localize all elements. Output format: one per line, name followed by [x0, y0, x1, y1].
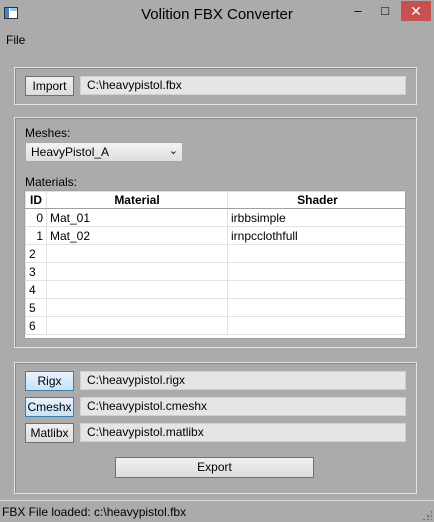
- column-header-material[interactable]: Material: [46, 191, 228, 209]
- material-cell[interactable]: [46, 244, 228, 263]
- material-cell[interactable]: Mat_02: [46, 226, 228, 245]
- cmeshx-path-field[interactable]: C:\heavypistol.cmeshx: [80, 397, 406, 416]
- menu-bar: File: [0, 31, 434, 49]
- import-button[interactable]: Import: [25, 76, 74, 96]
- column-header-shader[interactable]: Shader: [227, 191, 405, 209]
- table-row[interactable]: 1 Mat_02 irnpcclothfull: [25, 226, 405, 245]
- table-row[interactable]: 2: [25, 244, 405, 263]
- shader-cell[interactable]: [227, 298, 405, 317]
- cmeshx-button[interactable]: Cmeshx: [25, 397, 74, 417]
- export-button[interactable]: Export: [115, 457, 314, 478]
- material-cell[interactable]: [46, 262, 228, 281]
- rigx-path-field[interactable]: C:\heavypistol.rigx: [80, 371, 406, 390]
- row-id: 1: [25, 226, 47, 245]
- material-cell[interactable]: [46, 280, 228, 299]
- material-cell[interactable]: [46, 298, 228, 317]
- meshes-dropdown[interactable]: HeavyPistol_A ⌄: [25, 142, 183, 162]
- table-row[interactable]: 6: [25, 316, 405, 335]
- maximize-icon[interactable]: □: [372, 1, 398, 21]
- table-row[interactable]: 3: [25, 262, 405, 281]
- row-id: 2: [25, 244, 47, 263]
- table-row[interactable]: 4: [25, 280, 405, 299]
- row-id: 3: [25, 262, 47, 281]
- row-id: 0: [25, 208, 47, 227]
- status-bar: FBX File loaded: c:\heavypistol.fbx: [0, 500, 434, 522]
- meshes-label: Meshes:: [25, 126, 71, 140]
- materials-table[interactable]: ID Material Shader 0 Mat_01 irbbsimple 1…: [24, 190, 406, 339]
- row-id: 6: [25, 316, 47, 335]
- matlibx-path-field[interactable]: C:\heavypistol.matlibx: [80, 423, 406, 442]
- close-icon[interactable]: ✕: [401, 1, 431, 21]
- table-row[interactable]: 5: [25, 298, 405, 317]
- row-id: 5: [25, 298, 47, 317]
- shader-cell[interactable]: irnpcclothfull: [227, 226, 405, 245]
- rigx-button[interactable]: Rigx: [25, 371, 74, 391]
- menu-file[interactable]: File: [6, 33, 25, 47]
- chevron-down-icon: ⌄: [168, 145, 178, 157]
- material-cell[interactable]: [46, 316, 228, 335]
- material-cell[interactable]: Mat_01: [46, 208, 228, 227]
- row-id: 4: [25, 280, 47, 299]
- status-text: FBX File loaded: c:\heavypistol.fbx: [2, 505, 187, 519]
- shader-cell[interactable]: [227, 280, 405, 299]
- shader-cell[interactable]: irbbsimple: [227, 208, 405, 227]
- matlibx-button[interactable]: Matlibx: [25, 423, 74, 443]
- title-bar: Volition FBX Converter – □ ✕: [0, 0, 434, 31]
- import-path-field[interactable]: C:\heavypistol.fbx: [80, 76, 406, 95]
- table-header-row: ID Material Shader: [25, 191, 405, 209]
- column-header-id[interactable]: ID: [25, 191, 47, 209]
- table-row[interactable]: 0 Mat_01 irbbsimple: [25, 208, 405, 227]
- meshes-selected-value: HeavyPistol_A: [31, 145, 110, 159]
- shader-cell[interactable]: [227, 244, 405, 263]
- shader-cell[interactable]: [227, 316, 405, 335]
- resize-grip-icon[interactable]: [422, 510, 432, 520]
- shader-cell[interactable]: [227, 262, 405, 281]
- minimize-icon[interactable]: –: [345, 1, 371, 21]
- materials-label: Materials:: [25, 175, 78, 189]
